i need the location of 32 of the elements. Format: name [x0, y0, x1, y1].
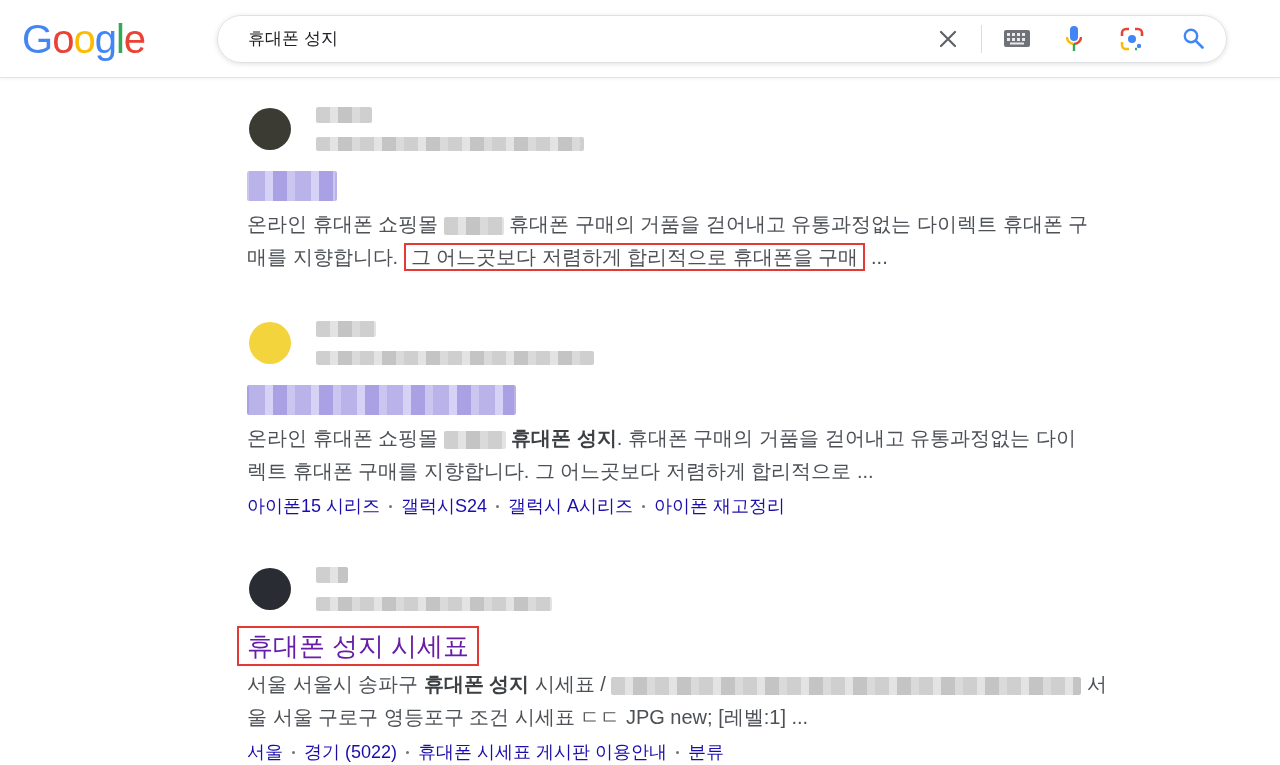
blurred-text — [316, 567, 348, 583]
result-title[interactable]: 휴대폰 성지 시세표 — [237, 626, 480, 666]
snippet-text: 서울 서울시 송파구 휴대폰 성지 시세표 / — [247, 673, 606, 695]
sitelink[interactable]: 경기 (5022) — [304, 738, 398, 765]
clear-icon[interactable] — [939, 29, 957, 48]
microphone-icon[interactable] — [1066, 26, 1082, 51]
snippet-text: 휴대폰 성지. 휴대폰 구매의 거품을 걷어내고 유통과정없는 다이 — [511, 427, 1076, 449]
snippet-text: 렉트 휴대폰 구매를 지향합니다. 그 어느곳보다 저렴하게 합리적으로 ... — [247, 460, 874, 482]
sitelink[interactable]: 서울 — [247, 738, 283, 765]
highlighted-snippet-text: 그 어느곳보다 저렴하게 합리적으로 휴대폰을 구매 — [403, 243, 866, 271]
search-input[interactable]: 휴대폰 성지 — [248, 26, 939, 51]
snippet-text: 울 서울 구로구 영등포구 조건 시세표 ㄷㄷ JPG new; [레벨:1] ... — [247, 706, 809, 728]
keyboard-icon[interactable] — [1004, 30, 1030, 47]
logo[interactable]: Google — [22, 15, 145, 62]
blurred-text — [443, 216, 504, 235]
sitelink[interactable]: 휴대폰 시세표 게시판 이용안내 — [418, 738, 668, 765]
scan-icon[interactable] — [1120, 26, 1144, 51]
snippet-text: ... — [871, 246, 888, 268]
snippet-text: 온라인 휴대폰 쇼핑몰 — [247, 427, 439, 449]
snippet-text: 휴대폰 구매의 거품을 걷어내고 유통과정없는 다이렉트 휴대폰 구 — [509, 213, 1089, 235]
sitelink[interactable]: 아이폰 재고정리 — [654, 492, 786, 520]
snippet-text: 서 — [1087, 673, 1108, 695]
snippet-text: 매를 지향합니다. — [247, 246, 399, 268]
blurred-text — [316, 321, 376, 337]
search-icon[interactable] — [1183, 28, 1204, 49]
sitelink[interactable]: 아이폰15 시리즈 — [247, 492, 381, 520]
sitelink[interactable]: 갤럭시S24 — [401, 492, 488, 520]
sitelink[interactable]: 분류 — [688, 738, 725, 765]
blurred-text — [443, 430, 506, 449]
blurred-text — [316, 107, 372, 123]
sitelink[interactable]: 갤럭시 A시리즈 — [508, 492, 634, 520]
snippet-text: 온라인 휴대폰 쇼핑몰 — [247, 213, 439, 235]
